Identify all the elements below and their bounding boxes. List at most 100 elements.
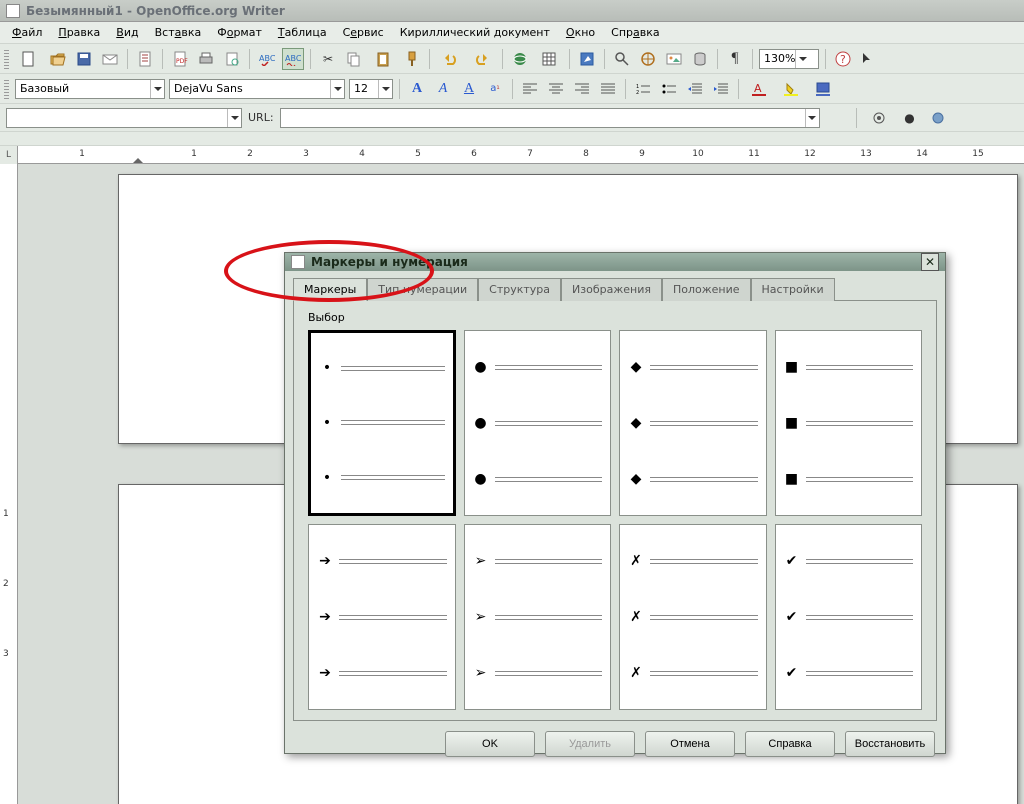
copy-button[interactable] bbox=[343, 48, 365, 70]
ok-button[interactable]: OK bbox=[445, 731, 535, 757]
bullet-icon: ◆ bbox=[628, 359, 644, 375]
decrease-indent-button[interactable] bbox=[684, 78, 706, 100]
whats-this-button[interactable] bbox=[858, 48, 880, 70]
bullet-icon: ➢ bbox=[473, 665, 489, 681]
font-size-combo[interactable]: 12 bbox=[349, 79, 393, 99]
underline-button[interactable]: A bbox=[458, 78, 480, 100]
help-button[interactable]: Справка bbox=[745, 731, 835, 757]
menu-file[interactable]: Файл bbox=[6, 24, 48, 41]
spellcheck-button[interactable]: ABC bbox=[256, 48, 278, 70]
bullet-option-0[interactable]: ••• bbox=[308, 330, 456, 516]
tab-panel-bullets: Выбор •••●●●◆◆◆■■■➔➔➔➢➢➢✗✗✗✔✔✔ bbox=[293, 300, 937, 721]
zoom-combo[interactable]: 130% bbox=[759, 49, 819, 69]
cancel-button[interactable]: Отмена bbox=[645, 731, 735, 757]
menu-cyrillic[interactable]: Кириллический документ bbox=[394, 24, 556, 41]
url-apply-button[interactable] bbox=[826, 107, 848, 129]
align-center-button[interactable] bbox=[545, 78, 567, 100]
menu-edit[interactable]: Правка bbox=[52, 24, 106, 41]
tab-graphics[interactable]: Изображения bbox=[561, 278, 662, 301]
superscript-button[interactable]: a¹ bbox=[484, 78, 506, 100]
bullet-icon: ✔ bbox=[784, 553, 800, 569]
gallery-button[interactable] bbox=[663, 48, 685, 70]
target-button[interactable] bbox=[865, 107, 893, 129]
dropdown-arrow-icon[interactable] bbox=[330, 80, 344, 98]
tab-numbering-type[interactable]: Тип нумерации bbox=[367, 278, 478, 301]
menu-help[interactable]: Справка bbox=[605, 24, 665, 41]
bullet-list-button[interactable] bbox=[658, 78, 680, 100]
data-sources-button[interactable] bbox=[689, 48, 711, 70]
toolbar-grip[interactable] bbox=[4, 79, 9, 99]
font-color-button[interactable]: A bbox=[745, 78, 773, 100]
url-stop-button[interactable]: ● bbox=[899, 107, 921, 129]
menu-view[interactable]: Вид bbox=[110, 24, 144, 41]
bullet-icon: ➔ bbox=[317, 609, 333, 625]
bullet-icon: ■ bbox=[784, 359, 800, 375]
paste-button[interactable] bbox=[369, 48, 397, 70]
show-draw-button[interactable] bbox=[576, 48, 598, 70]
increase-indent-button[interactable] bbox=[710, 78, 732, 100]
dialog-titlebar[interactable]: Маркеры и нумерация ✕ bbox=[285, 253, 945, 271]
align-right-button[interactable] bbox=[571, 78, 593, 100]
align-left-button[interactable] bbox=[519, 78, 541, 100]
menu-tools[interactable]: Сервис bbox=[337, 24, 390, 41]
insert-table-button[interactable] bbox=[535, 48, 563, 70]
bullet-option-3[interactable]: ■ ■ ■ bbox=[775, 330, 923, 516]
bullet-icon: • bbox=[319, 470, 335, 486]
navigator-button[interactable] bbox=[637, 48, 659, 70]
hyperlink-button[interactable] bbox=[509, 48, 531, 70]
url-reload-button[interactable] bbox=[927, 107, 949, 129]
bullet-option-7[interactable]: ✔✔✔ bbox=[775, 524, 923, 710]
bullet-option-5[interactable]: ➢➢➢ bbox=[464, 524, 612, 710]
bullet-option-6[interactable]: ✗✗✗ bbox=[619, 524, 767, 710]
save-button[interactable] bbox=[73, 48, 95, 70]
bullet-icon: ➢ bbox=[473, 553, 489, 569]
background-color-button[interactable] bbox=[809, 78, 837, 100]
tab-outline[interactable]: Структура bbox=[478, 278, 561, 301]
nonprinting-button[interactable]: ¶ bbox=[724, 48, 746, 70]
dropdown-arrow-icon[interactable] bbox=[378, 80, 392, 98]
tab-bullets[interactable]: Маркеры bbox=[293, 278, 367, 301]
menu-table[interactable]: Таблица bbox=[272, 24, 333, 41]
dropdown-arrow-icon[interactable] bbox=[795, 50, 809, 68]
close-button[interactable]: ✕ bbox=[921, 253, 939, 271]
email-button[interactable] bbox=[99, 48, 121, 70]
dropdown-arrow-icon[interactable] bbox=[150, 80, 164, 98]
toolbar-grip[interactable] bbox=[4, 49, 9, 69]
bold-button[interactable]: A bbox=[406, 78, 428, 100]
tab-options[interactable]: Настройки bbox=[751, 278, 835, 301]
bullet-icon: ■ bbox=[784, 471, 800, 487]
new-button[interactable] bbox=[15, 48, 43, 70]
autospellcheck-button[interactable]: ABC bbox=[282, 48, 304, 70]
menu-format[interactable]: Формат bbox=[211, 24, 268, 41]
bullet-icon: ■ bbox=[784, 415, 800, 431]
numbered-list-button[interactable]: 12 bbox=[632, 78, 654, 100]
print-preview-button[interactable] bbox=[221, 48, 243, 70]
menu-window[interactable]: Окно bbox=[560, 24, 601, 41]
find-button[interactable] bbox=[611, 48, 633, 70]
cut-button[interactable]: ✂ bbox=[317, 48, 339, 70]
help-button[interactable]: ? bbox=[832, 48, 854, 70]
export-pdf-button[interactable]: PDF bbox=[169, 48, 191, 70]
open-button[interactable] bbox=[47, 48, 69, 70]
tab-position[interactable]: Положение bbox=[662, 278, 751, 301]
paragraph-style-combo[interactable]: Базовый bbox=[15, 79, 165, 99]
align-justify-button[interactable] bbox=[597, 78, 619, 100]
highlight-button[interactable] bbox=[777, 78, 805, 100]
vertical-ruler[interactable]: 123 bbox=[0, 164, 18, 804]
undo-button[interactable] bbox=[436, 48, 464, 70]
url-combo-left[interactable] bbox=[6, 108, 242, 128]
italic-button[interactable]: A bbox=[432, 78, 454, 100]
bullet-option-2[interactable]: ◆◆◆ bbox=[619, 330, 767, 516]
redo-button[interactable] bbox=[468, 48, 496, 70]
font-name-combo[interactable]: DejaVu Sans bbox=[169, 79, 345, 99]
edit-doc-button[interactable] bbox=[134, 48, 156, 70]
url-input[interactable] bbox=[280, 108, 820, 128]
bullet-option-1[interactable]: ●●● bbox=[464, 330, 612, 516]
window-titlebar: Безымянный1 - OpenOffice.org Writer bbox=[0, 0, 1024, 22]
horizontal-ruler[interactable]: 112345678910111213141516 bbox=[18, 146, 1024, 164]
restore-button[interactable]: Восстановить bbox=[845, 731, 935, 757]
menu-insert[interactable]: Вставка bbox=[149, 24, 208, 41]
print-button[interactable] bbox=[195, 48, 217, 70]
bullet-option-4[interactable]: ➔➔➔ bbox=[308, 524, 456, 710]
format-paintbrush-button[interactable] bbox=[401, 48, 423, 70]
